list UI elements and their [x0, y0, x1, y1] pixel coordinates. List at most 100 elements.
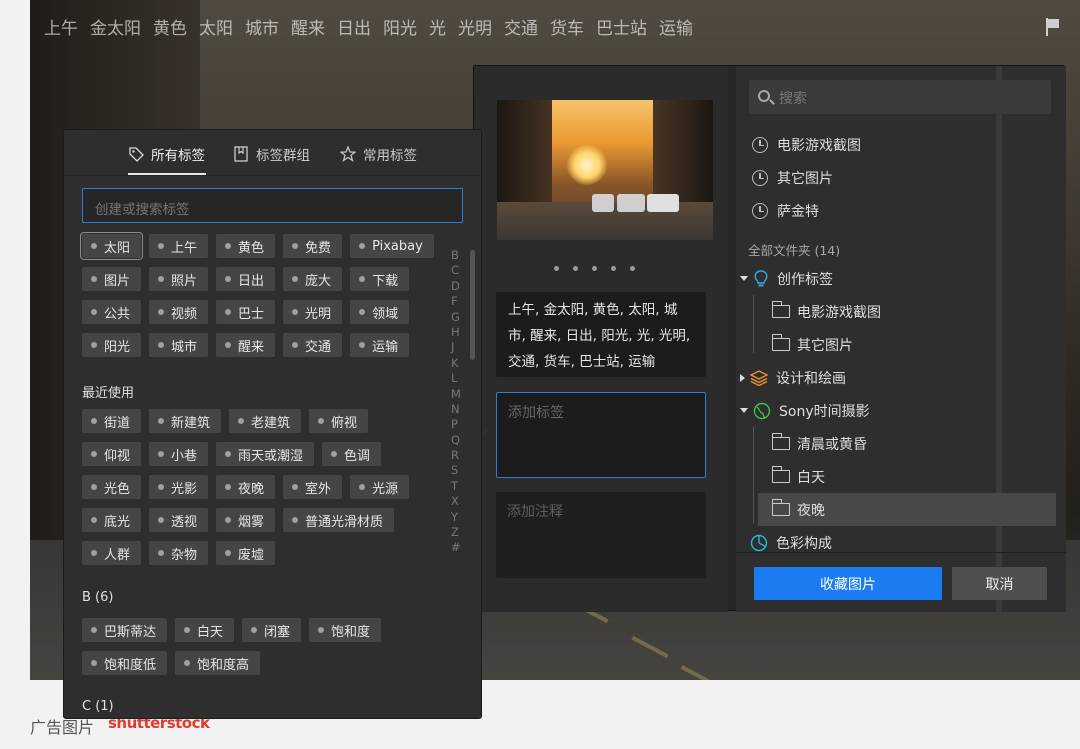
alpha-index-letter[interactable]: N [451, 402, 461, 417]
alpha-index-letter[interactable]: Q [451, 433, 461, 448]
tag-chip[interactable]: 白天 [175, 618, 235, 642]
background-tag[interactable]: 金太阳 [90, 14, 141, 39]
tab-common-tags[interactable]: 常用标签 [340, 144, 417, 164]
tab-tag-groups[interactable]: 标签群组 [234, 144, 310, 164]
add-note-input[interactable]: 添加注释 [496, 492, 706, 578]
recent-folder-item[interactable]: 电影游戏截图 [736, 128, 1056, 161]
save-image-button[interactable]: 收藏图片 [754, 567, 942, 600]
cancel-button[interactable]: 取消 [952, 567, 1047, 600]
folder-item[interactable]: 清晨或黄昏 [736, 427, 1056, 460]
tag-chip[interactable]: 光色 [82, 475, 142, 499]
tag-chip[interactable]: 光源 [350, 475, 410, 499]
alpha-index-letter[interactable]: H [451, 325, 461, 340]
alpha-index-letter[interactable]: Y [451, 510, 461, 525]
tag-chip[interactable]: 俯视 [309, 409, 369, 433]
tag-chip[interactable]: 饱和度低 [82, 651, 168, 675]
background-tag[interactable]: 光明 [458, 14, 492, 39]
tag-chip[interactable]: 废墟 [216, 541, 276, 565]
background-tag[interactable]: 阳光 [383, 14, 417, 39]
folder-item[interactable]: 白天 [736, 460, 1056, 493]
background-tag[interactable]: 日出 [337, 14, 371, 39]
tag-chip[interactable]: 饱和度高 [175, 651, 261, 675]
tag-scrollbar[interactable] [470, 250, 475, 360]
alpha-index-letter[interactable]: T [451, 479, 461, 494]
tag-chip[interactable]: 下载 [350, 267, 410, 291]
carousel-dot[interactable] [592, 266, 597, 271]
alpha-index-letter[interactable]: F [451, 294, 461, 309]
folder-design-drawing[interactable]: 设计和绘画 [736, 361, 1056, 394]
folder-creative-tags[interactable]: 创作标签 [736, 262, 1056, 295]
background-tag[interactable]: 城市 [245, 14, 279, 39]
tag-chip[interactable]: 人群 [82, 541, 142, 565]
tag-chip[interactable]: 杂物 [149, 541, 209, 565]
tag-chip[interactable]: 公共 [82, 300, 142, 324]
tag-chip[interactable]: Pixabay [350, 234, 434, 258]
alpha-index-letter[interactable]: B [451, 248, 461, 263]
tag-chip[interactable]: 闭塞 [242, 618, 302, 642]
tag-chip[interactable]: 巴斯蒂达 [82, 618, 168, 642]
tag-chip[interactable]: 庞大 [283, 267, 343, 291]
tag-chip[interactable]: 街道 [82, 409, 142, 433]
background-tag[interactable]: 巴士站 [596, 14, 647, 39]
folder-search-input[interactable]: 搜索 [749, 80, 1051, 114]
tag-chip[interactable]: 底光 [82, 508, 142, 532]
tag-chip[interactable]: 光影 [149, 475, 209, 499]
alpha-index-letter[interactable]: Z [451, 525, 461, 540]
alpha-index-letter[interactable]: M [451, 387, 461, 402]
chevron-down-icon[interactable] [740, 408, 748, 413]
folder-color-composition[interactable]: 色彩构成 [736, 526, 1056, 559]
tag-chip[interactable]: 黄色 [216, 234, 276, 258]
alpha-index-letter[interactable]: K [451, 356, 461, 371]
add-tag-input[interactable]: 添加标签 [496, 392, 706, 478]
folder-item[interactable]: 其它图片 [736, 328, 1056, 361]
folder-item[interactable]: 电影游戏截图 [736, 295, 1056, 328]
background-tag[interactable]: 上午 [44, 14, 78, 39]
tag-chip[interactable]: 仰视 [82, 442, 142, 466]
alpha-index-letter[interactable]: J [451, 340, 461, 355]
carousel-dots[interactable] [554, 266, 635, 271]
folder-sony[interactable]: Sony时间摄影 [736, 394, 1056, 427]
background-tag[interactable]: 交通 [504, 14, 538, 39]
tag-chip[interactable]: 醒来 [216, 333, 276, 357]
tag-chip[interactable]: 阳光 [82, 333, 142, 357]
background-tag[interactable]: 货车 [550, 14, 584, 39]
alphabet-index[interactable]: B C D F G H J K L M N P Q R S T X Y Z # [451, 248, 461, 556]
tag-chip[interactable]: 日出 [216, 267, 276, 291]
tag-chip[interactable]: 城市 [149, 333, 209, 357]
tag-chip[interactable]: 领域 [350, 300, 410, 324]
alpha-index-letter[interactable]: D [451, 279, 461, 294]
chevron-right-icon[interactable] [740, 373, 745, 382]
tag-chip[interactable]: 巴士 [216, 300, 276, 324]
carousel-dot[interactable] [554, 266, 559, 271]
tag-chip[interactable]: 色调 [322, 442, 382, 466]
tag-chip[interactable]: 夜晚 [216, 475, 276, 499]
tag-chip[interactable]: 普通光滑材质 [283, 508, 395, 532]
carousel-dot[interactable] [630, 266, 635, 271]
alpha-index-letter[interactable]: S [451, 463, 461, 478]
tag-chip[interactable]: 太阳 [79, 232, 144, 260]
alpha-index-letter[interactable]: G [451, 310, 461, 325]
recent-folder-item[interactable]: 其它图片 [736, 161, 1056, 194]
alpha-index-letter[interactable]: R [451, 448, 461, 463]
tab-all-tags[interactable]: 所有标签 [129, 144, 205, 164]
alpha-index-letter[interactable]: L [451, 371, 461, 386]
tag-chip[interactable]: 视频 [149, 300, 209, 324]
tag-chip[interactable]: 烟雾 [216, 508, 276, 532]
tag-chip[interactable]: 新建筑 [149, 409, 222, 433]
folder-item-selected[interactable]: 夜晚 [758, 493, 1056, 526]
tag-search-input[interactable]: 创建或搜索标签 [82, 188, 463, 223]
tag-chip[interactable]: 免费 [283, 234, 343, 258]
tag-chip[interactable]: 透视 [149, 508, 209, 532]
background-tag[interactable]: 运输 [659, 14, 693, 39]
background-tag[interactable]: 醒来 [291, 14, 325, 39]
tag-chip[interactable]: 交通 [283, 333, 343, 357]
tag-chip[interactable]: 室外 [283, 475, 343, 499]
tag-chip[interactable]: 光明 [283, 300, 343, 324]
tag-chip[interactable]: 上午 [149, 234, 209, 258]
flag-icon[interactable] [1046, 18, 1060, 36]
chevron-down-icon[interactable] [740, 276, 748, 281]
tag-chip[interactable]: 老建筑 [229, 409, 302, 433]
alpha-index-letter[interactable]: C [451, 263, 461, 278]
background-tag[interactable]: 光 [429, 14, 446, 39]
tag-chip[interactable]: 图片 [82, 267, 142, 291]
